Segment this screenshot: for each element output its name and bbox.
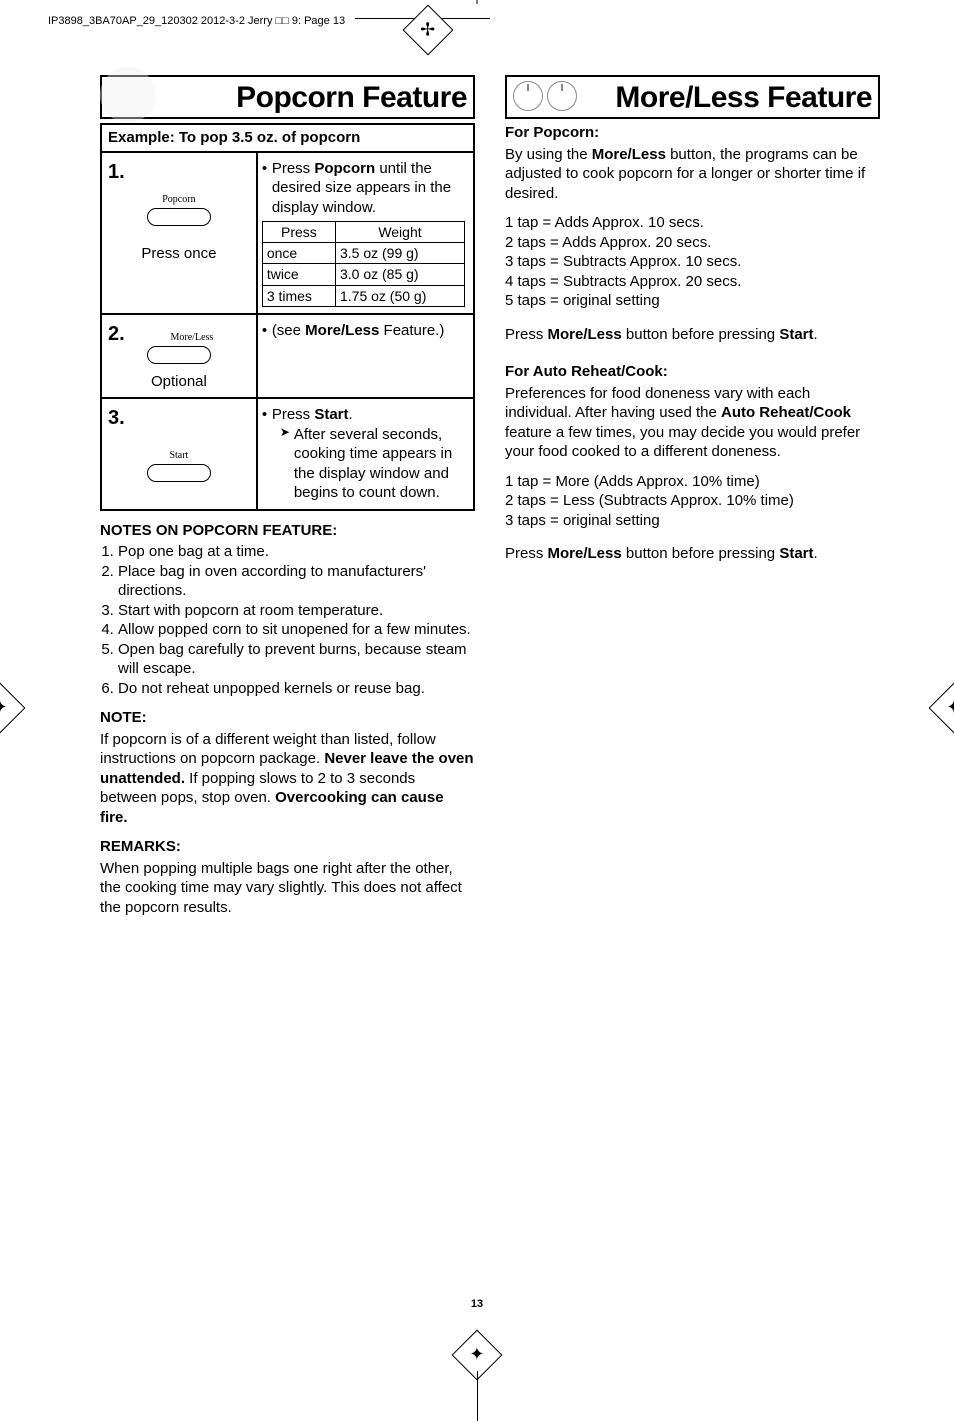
right-column: More/Less Feature For Popcorn: By using … <box>505 75 880 927</box>
list-item: Place bag in oven according to manufactu… <box>118 562 475 601</box>
popcorn-feature-title-box: Popcorn Feature <box>100 75 475 119</box>
cell: 3.5 oz (99 g) <box>335 243 464 264</box>
cell: twice <box>262 264 335 285</box>
for-reheat-body: Preferences for food doneness vary with … <box>505 384 880 462</box>
step-number: 2. <box>108 323 125 345</box>
dial-plus-icon <box>547 81 577 111</box>
list-item: 5 taps = original setting <box>505 291 880 311</box>
taps-list-2: 1 tap = More (Adds Approx. 10% time) 2 t… <box>505 472 880 531</box>
crop-mark-icon: ✦ <box>0 683 25 734</box>
list-item: Open bag carefully to prevent burns, bec… <box>118 640 475 679</box>
moreless-button-label: More/Less <box>134 331 250 344</box>
for-reheat-heading: For Auto Reheat/Cook: <box>505 362 880 382</box>
step-1: 1. Popcorn Press once Press Popcorn unti… <box>102 153 473 313</box>
th-press: Press <box>262 222 335 243</box>
start-button-label: Start <box>108 449 250 462</box>
popcorn-icon <box>100 67 156 123</box>
cell: 1.75 oz (50 g) <box>335 285 464 306</box>
remarks-body: When popping multiple bags one right aft… <box>100 859 475 918</box>
press-before-start-1: Press More/Less button before pressing S… <box>505 325 880 345</box>
list-item: Do not reheat unpopped kernels or reuse … <box>118 679 475 699</box>
header-running-line: IP3898_3BA70AP_29_120302 2012-3-2 Jerry … <box>48 14 345 28</box>
list-item: 4 taps = Subtracts Approx. 20 secs. <box>505 272 880 292</box>
list-item: Start with popcorn at room temperature. <box>118 601 475 621</box>
crop-mark-icon: ✢ <box>403 5 454 56</box>
popcorn-feature-title: Popcorn Feature <box>236 78 467 117</box>
popcorn-button-label: Popcorn <box>108 193 250 206</box>
step-3-desc: Press Start. After several seconds, cook… <box>262 405 467 503</box>
step-3: 3. Start Press Start. After several seco… <box>102 397 473 509</box>
left-column: Popcorn Feature Example: To pop 3.5 oz. … <box>100 75 475 927</box>
press-before-start-2: Press More/Less button before pressing S… <box>505 544 880 564</box>
remarks-heading: REMARKS: <box>100 837 475 857</box>
button-shape-icon <box>147 464 211 482</box>
th-weight: Weight <box>335 222 464 243</box>
weight-table: PressWeight once3.5 oz (99 g) twice3.0 o… <box>262 221 465 307</box>
taps-list: 1 tap = Adds Approx. 10 secs. 2 taps = A… <box>505 213 880 311</box>
button-shape-icon <box>147 208 211 226</box>
dial-minus-icon <box>513 81 543 111</box>
for-popcorn-heading: For Popcorn: <box>505 123 880 143</box>
moreless-feature-title-box: More/Less Feature <box>505 75 880 119</box>
step-2: 2. More/Less Optional (see More/Less Fea… <box>102 313 473 398</box>
button-shape-icon <box>147 346 211 364</box>
cell: once <box>262 243 335 264</box>
list-item: 1 tap = Adds Approx. 10 secs. <box>505 213 880 233</box>
list-item: 3 taps = Subtracts Approx. 10 secs. <box>505 252 880 272</box>
crop-rule <box>477 1371 478 1421</box>
moreless-feature-title: More/Less Feature <box>615 78 872 117</box>
notes-heading: NOTES ON POPCORN FEATURE: <box>100 521 475 541</box>
list-item: 1 tap = More (Adds Approx. 10% time) <box>505 472 880 492</box>
press-instruction: Press once <box>108 244 250 264</box>
step-number: 1. <box>108 161 125 183</box>
list-item: Pop one bag at a time. <box>118 542 475 562</box>
notes-list: Pop one bag at a time. Place bag in oven… <box>118 542 475 698</box>
example-header: Example: To pop 3.5 oz. of popcorn <box>100 123 475 153</box>
crop-mark-icon: ✦ <box>929 683 954 734</box>
cell: 3.0 oz (85 g) <box>335 264 464 285</box>
page-number: 13 <box>471 1297 483 1311</box>
optional-label: Optional <box>108 372 250 392</box>
step-number: 3. <box>108 407 125 429</box>
step-3-sub: After several seconds, cooking time appe… <box>272 425 467 503</box>
crop-rule <box>477 0 478 4</box>
list-item: Allow popped corn to sit unopened for a … <box>118 620 475 640</box>
for-popcorn-body: By using the More/Less button, the progr… <box>505 145 880 204</box>
list-item: 3 taps = original setting <box>505 511 880 531</box>
note-body: If popcorn is of a different weight than… <box>100 730 475 828</box>
note-heading: NOTE: <box>100 708 475 728</box>
steps-table: 1. Popcorn Press once Press Popcorn unti… <box>100 153 475 511</box>
cell: 3 times <box>262 285 335 306</box>
step-1-desc: Press Popcorn until the desired size app… <box>262 159 467 218</box>
step-2-desc: (see More/Less Feature.) <box>262 321 467 341</box>
dial-icons <box>513 81 577 111</box>
list-item: 2 taps = Adds Approx. 20 secs. <box>505 233 880 253</box>
list-item: 2 taps = Less (Subtracts Approx. 10% tim… <box>505 491 880 511</box>
